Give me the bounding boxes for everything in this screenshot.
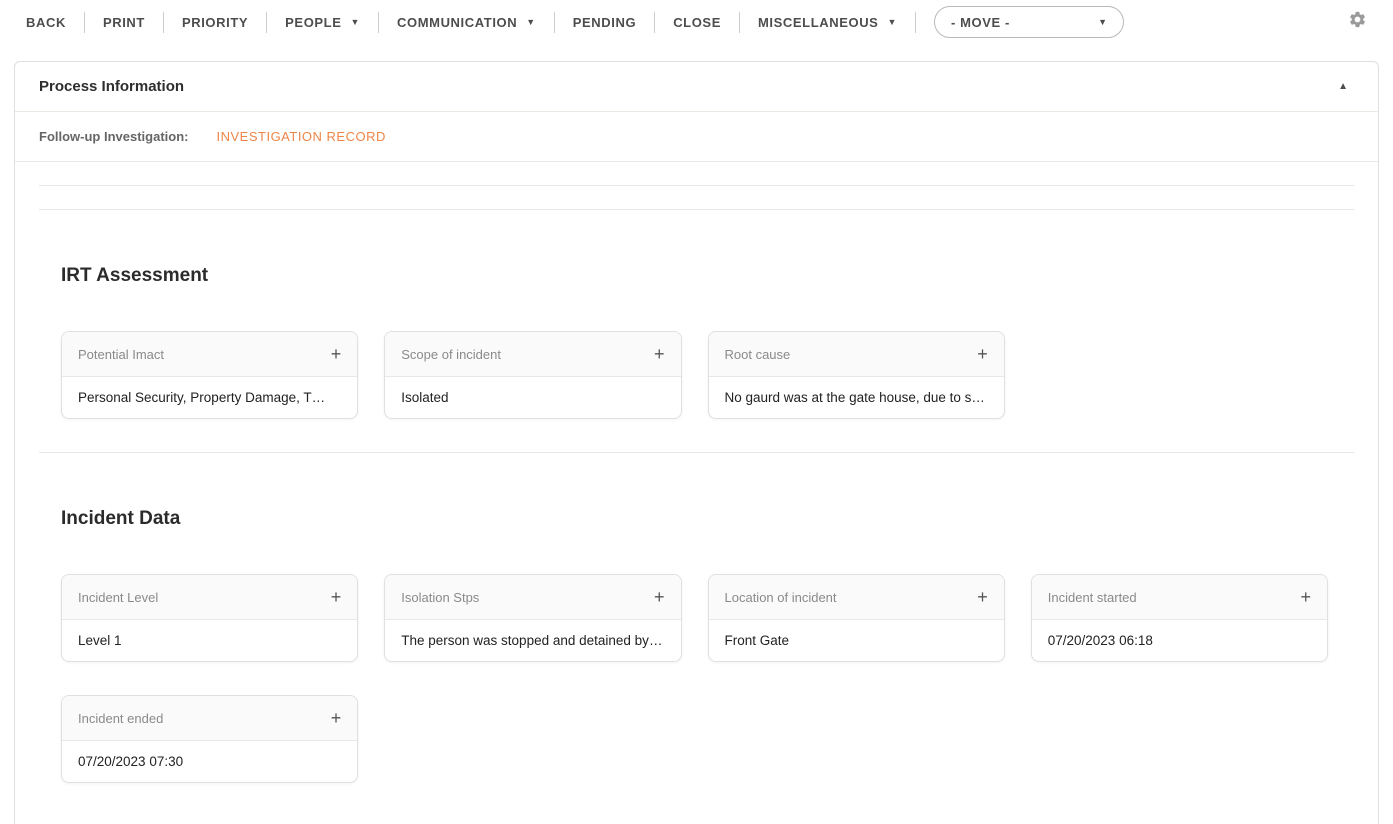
card-header: Potential Imact + — [62, 332, 357, 377]
followup-investigation-row: Follow-up Investigation: INVESTIGATION R… — [15, 112, 1378, 162]
card-value: Level 1 — [78, 633, 122, 648]
irt-assessment-heading: IRT Assessment — [61, 265, 1328, 287]
toolbar-separator — [554, 12, 555, 33]
card-value: 07/20/2023 06:18 — [1048, 633, 1153, 648]
scope-of-incident-card: Scope of incident + Isolated — [384, 331, 681, 419]
card-header: Incident started + — [1032, 575, 1327, 620]
pending-label: PENDING — [573, 15, 636, 30]
process-information-panel: Process Information ▲ Follow-up Investig… — [14, 61, 1379, 824]
chevron-down-icon: ▼ — [526, 17, 536, 27]
chevron-up-icon: ▲ — [1338, 81, 1348, 92]
card-body: Front Gate — [709, 620, 1004, 661]
toolbar-separator — [739, 12, 740, 33]
gear-icon — [1348, 10, 1367, 34]
card-body: Level 1 — [62, 620, 357, 661]
chevron-down-icon: ▼ — [887, 17, 897, 27]
communication-menu-button[interactable]: COMMUNICATION ▼ — [397, 15, 536, 30]
card-label: Scope of incident — [401, 347, 501, 362]
toolbar-separator — [654, 12, 655, 33]
move-select-value: - MOVE - — [951, 15, 1010, 30]
chevron-down-icon: ▼ — [351, 17, 361, 27]
empty-field-row — [39, 162, 1354, 186]
card-value: 07/20/2023 07:30 — [78, 754, 183, 769]
card-value: Personal Security, Property Damage, T… — [78, 390, 325, 405]
miscellaneous-menu-button[interactable]: MISCELLANEOUS ▼ — [758, 15, 897, 30]
chevron-down-icon: ▼ — [1098, 17, 1107, 27]
settings-button[interactable] — [1348, 10, 1367, 34]
back-button[interactable]: BACK — [26, 15, 66, 30]
toolbar-separator — [84, 12, 85, 33]
collapse-panel-button[interactable]: ▲ — [1338, 81, 1348, 92]
add-icon[interactable]: + — [977, 588, 988, 606]
card-header: Isolation Stps + — [385, 575, 680, 620]
card-header: Root cause + — [709, 332, 1004, 377]
card-value: Front Gate — [725, 633, 790, 648]
card-body: Personal Security, Property Damage, T… — [62, 377, 357, 418]
card-value: No gaurd was at the gate house, due to s… — [725, 390, 988, 405]
action-toolbar: BACK PRINT PRIORITY PEOPLE ▼ COMMUNICATI… — [0, 0, 1393, 44]
card-value: Isolated — [401, 390, 448, 405]
investigation-record-link[interactable]: INVESTIGATION RECORD — [217, 129, 386, 144]
incident-data-heading: Incident Data — [61, 508, 1328, 530]
print-label: PRINT — [103, 15, 145, 30]
card-body: Isolated — [385, 377, 680, 418]
people-label: PEOPLE — [285, 15, 341, 30]
empty-field-row — [39, 186, 1354, 210]
root-cause-card: Root cause + No gaurd was at the gate ho… — [708, 331, 1005, 419]
incident-started-card: Incident started + 07/20/2023 06:18 — [1031, 574, 1328, 662]
close-label: CLOSE — [673, 15, 721, 30]
incident-data-cards-row2: Incident ended + 07/20/2023 07:30 — [61, 695, 1328, 783]
miscellaneous-label: MISCELLANEOUS — [758, 15, 878, 30]
print-button[interactable]: PRINT — [103, 15, 145, 30]
add-icon[interactable]: + — [331, 709, 342, 727]
section-divider — [39, 452, 1354, 453]
card-header: Scope of incident + — [385, 332, 680, 377]
card-header: Incident Level + — [62, 575, 357, 620]
panel-header: Process Information ▲ — [15, 62, 1378, 112]
card-label: Isolation Stps — [401, 590, 479, 605]
isolation-steps-card: Isolation Stps + The person was stopped … — [384, 574, 681, 662]
add-icon[interactable]: + — [654, 345, 665, 363]
card-label: Root cause — [725, 347, 791, 362]
card-header: Location of incident + — [709, 575, 1004, 620]
incident-data-cards: Incident Level + Level 1 Isolation Stps … — [61, 574, 1328, 662]
card-body: 07/20/2023 07:30 — [62, 741, 357, 782]
panel-title: Process Information — [39, 78, 184, 95]
close-button[interactable]: CLOSE — [673, 15, 721, 30]
priority-label: PRIORITY — [182, 15, 248, 30]
card-value: The person was stopped and detained by … — [401, 633, 664, 648]
add-icon[interactable]: + — [654, 588, 665, 606]
pending-button[interactable]: PENDING — [573, 15, 636, 30]
incident-level-card: Incident Level + Level 1 — [61, 574, 358, 662]
card-body: 07/20/2023 06:18 — [1032, 620, 1327, 661]
back-label: BACK — [26, 15, 66, 30]
toolbar-separator — [378, 12, 379, 33]
toolbar-separator — [266, 12, 267, 33]
priority-button[interactable]: PRIORITY — [182, 15, 248, 30]
followup-investigation-label: Follow-up Investigation: — [39, 129, 189, 144]
card-label: Potential Imact — [78, 347, 164, 362]
potential-impact-card: Potential Imact + Personal Security, Pro… — [61, 331, 358, 419]
communication-label: COMMUNICATION — [397, 15, 517, 30]
card-label: Incident ended — [78, 711, 163, 726]
people-menu-button[interactable]: PEOPLE ▼ — [285, 15, 360, 30]
add-icon[interactable]: + — [977, 345, 988, 363]
add-icon[interactable]: + — [331, 588, 342, 606]
toolbar-separator — [163, 12, 164, 33]
move-select[interactable]: - MOVE - ▼ — [934, 6, 1124, 38]
toolbar-separator — [915, 12, 916, 33]
add-icon[interactable]: + — [1300, 588, 1311, 606]
card-body: The person was stopped and detained by … — [385, 620, 680, 661]
add-icon[interactable]: + — [331, 345, 342, 363]
incident-ended-card: Incident ended + 07/20/2023 07:30 — [61, 695, 358, 783]
card-label: Incident started — [1048, 590, 1137, 605]
card-body: No gaurd was at the gate house, due to s… — [709, 377, 1004, 418]
card-label: Incident Level — [78, 590, 158, 605]
card-label: Location of incident — [725, 590, 837, 605]
location-of-incident-card: Location of incident + Front Gate — [708, 574, 1005, 662]
card-header: Incident ended + — [62, 696, 357, 741]
irt-assessment-cards: Potential Imact + Personal Security, Pro… — [61, 331, 1328, 419]
